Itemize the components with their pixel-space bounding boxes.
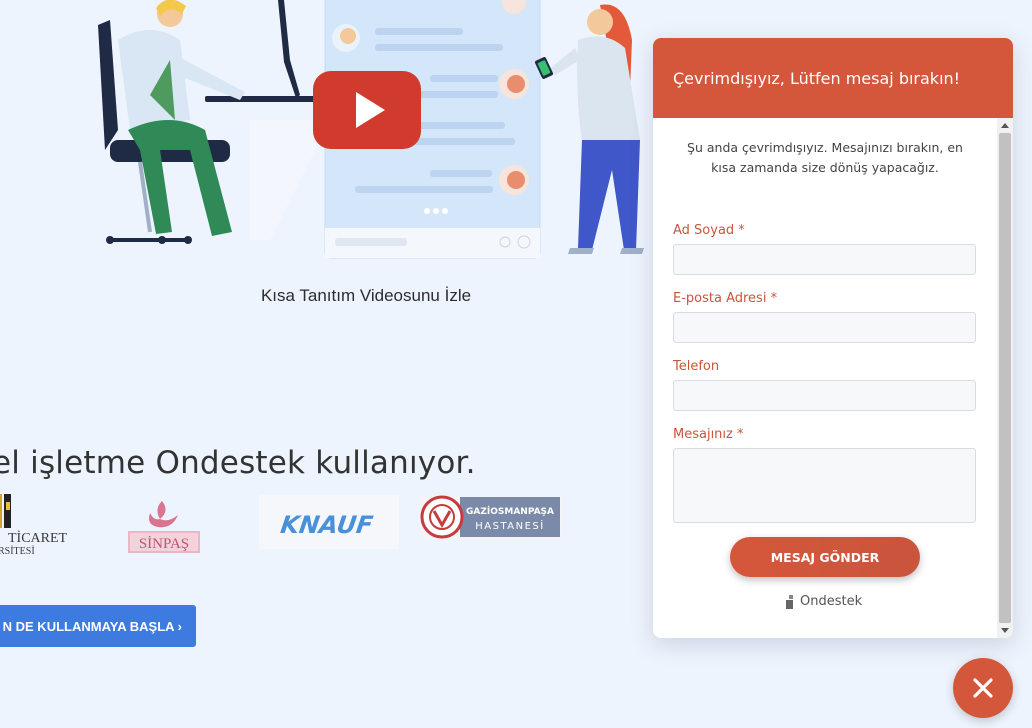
email-label: E-posta Adresi * <box>673 291 778 306</box>
name-label: Ad Soyad * <box>673 223 745 238</box>
gop-line2: HASTANESİ <box>475 519 544 532</box>
video-illustration[interactable] <box>0 0 650 270</box>
powered-by[interactable]: Ondestek <box>786 594 862 609</box>
chat-header-title: Çevrimdışıyız, Lütfen mesaj bırakın! <box>673 68 961 88</box>
gop-line1: GAZİOSMANPAŞA <box>466 506 554 517</box>
close-icon <box>973 678 993 698</box>
knauf-text: KNAUF <box>279 511 375 539</box>
sinpas-text: SİNPAŞ <box>139 536 189 552</box>
ticaret-line1: TİCARET <box>8 530 68 546</box>
scrollbar-thumb[interactable] <box>999 133 1011 623</box>
brand-name: Ondestek <box>800 594 863 609</box>
sinpas-logo: SİNPAŞ <box>128 501 200 553</box>
scroll-up-icon[interactable] <box>1001 123 1009 128</box>
ondestek-logo-icon <box>786 594 793 609</box>
name-input[interactable] <box>673 244 976 275</box>
video-caption[interactable]: Kısa Tanıtım Videosunu İzle <box>200 286 532 306</box>
phone-input[interactable] <box>673 380 976 411</box>
start-using-label: N DE KULLANMAYA BAŞLA › <box>2 618 182 634</box>
message-label: Mesajınız * <box>673 427 744 442</box>
send-message-button[interactable]: MESAJ GÖNDER <box>730 537 920 577</box>
contact-form: Ad Soyad * E-posta Adresi * Telefon Mesa… <box>673 223 976 539</box>
scroll-down-icon[interactable] <box>1001 628 1009 633</box>
ticaret-university-logo: TİCARET RSİTESİ <box>0 494 68 557</box>
message-textarea[interactable] <box>673 448 976 523</box>
phone-label: Telefon <box>673 359 720 374</box>
chat-scrollbar[interactable] <box>997 118 1013 638</box>
offline-message: Şu anda çevrimdışıyız. Mesajınızı bırakı… <box>687 140 963 175</box>
chat-body: Şu anda çevrimdışıyız. Mesajınızı bırakı… <box>653 118 997 638</box>
customers-headline: el işletme Ondestek kullanıyor. <box>0 444 476 481</box>
gaziosmanpasa-logo: GAZİOSMANPAŞA HASTANESİ <box>420 495 562 539</box>
start-using-button[interactable]: N DE KULLANMAYA BAŞLA › <box>0 605 196 647</box>
close-chat-button[interactable] <box>953 658 1013 718</box>
knauf-logo: KNAUF <box>259 495 399 549</box>
ticaret-line2: RSİTESİ <box>0 545 35 557</box>
chat-header: Çevrimdışıyız, Lütfen mesaj bırakın! <box>653 38 1013 118</box>
chat-widget: Çevrimdışıyız, Lütfen mesaj bırakın! Şu … <box>653 38 1013 638</box>
email-input[interactable] <box>673 312 976 343</box>
